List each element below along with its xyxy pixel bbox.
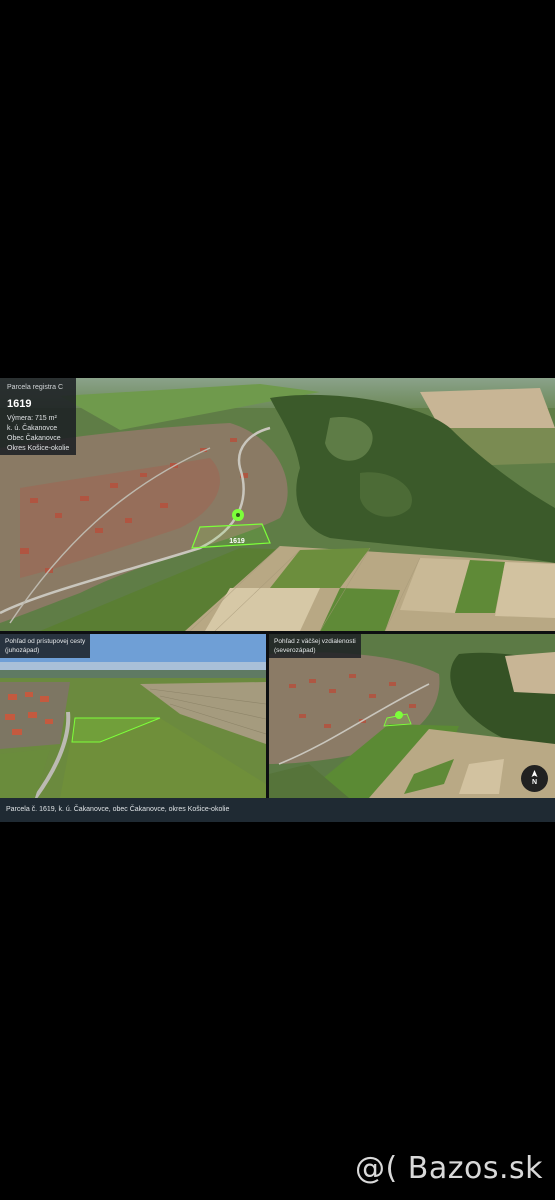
parcel-area: Výmera: 715 m² bbox=[7, 415, 57, 422]
aerial-southwest-image bbox=[0, 634, 266, 798]
view-southwest-label: Pohľad od prístupovej cesty (juhozápad) bbox=[0, 634, 91, 658]
listing-photo[interactable]: 1619 Parcela registra C 1619 Výmera: 715… bbox=[0, 378, 555, 822]
aerial-northwest-view: Pohľad z väčšej vzdialenosti (severozápa… bbox=[269, 634, 555, 798]
view-northwest-direction: (severozápad) bbox=[274, 647, 316, 654]
view-northwest-title: Pohľad z väčšej vzdialenosti bbox=[274, 638, 356, 645]
location-pin-icon bbox=[232, 509, 244, 521]
district: Okres Košice-okolie bbox=[7, 445, 70, 452]
caption-text: Parcela č. 1619, k. ú. Čakanovce, obec Č… bbox=[6, 806, 230, 813]
cadastral-area: k. ú. Čakanovce bbox=[7, 425, 58, 432]
aerial-southwest-view: Pohľad od prístupovej cesty (juhozápad) bbox=[0, 634, 266, 798]
info-kicker: Parcela registra C bbox=[7, 384, 64, 391]
parcel-info-panel: Parcela registra C 1619 Výmera: 715 m² k… bbox=[0, 378, 76, 455]
parcel-number: 1619 bbox=[7, 398, 32, 410]
view-southwest-title: Pohľad od prístupovej cesty bbox=[5, 638, 86, 645]
caption-bar: Parcela č. 1619, k. ú. Čakanovce, obec Č… bbox=[0, 798, 555, 822]
plot-number-label: 1619 bbox=[229, 538, 245, 545]
municipality: Obec Čakanovce bbox=[7, 435, 61, 442]
compass-icon: N bbox=[521, 765, 548, 792]
view-southwest-direction: (juhozápad) bbox=[5, 647, 40, 654]
aerial-northwest-image bbox=[269, 634, 555, 798]
bazos-watermark: @( Bazos.sk bbox=[355, 1151, 543, 1186]
compass-north-label: N bbox=[531, 779, 538, 786]
aerial-main-image: 1619 bbox=[0, 378, 555, 631]
view-northwest-label: Pohľad z väčšej vzdialenosti (severozápa… bbox=[269, 634, 361, 658]
aerial-main-view: 1619 Parcela registra C 1619 Výmera: 715… bbox=[0, 378, 555, 631]
